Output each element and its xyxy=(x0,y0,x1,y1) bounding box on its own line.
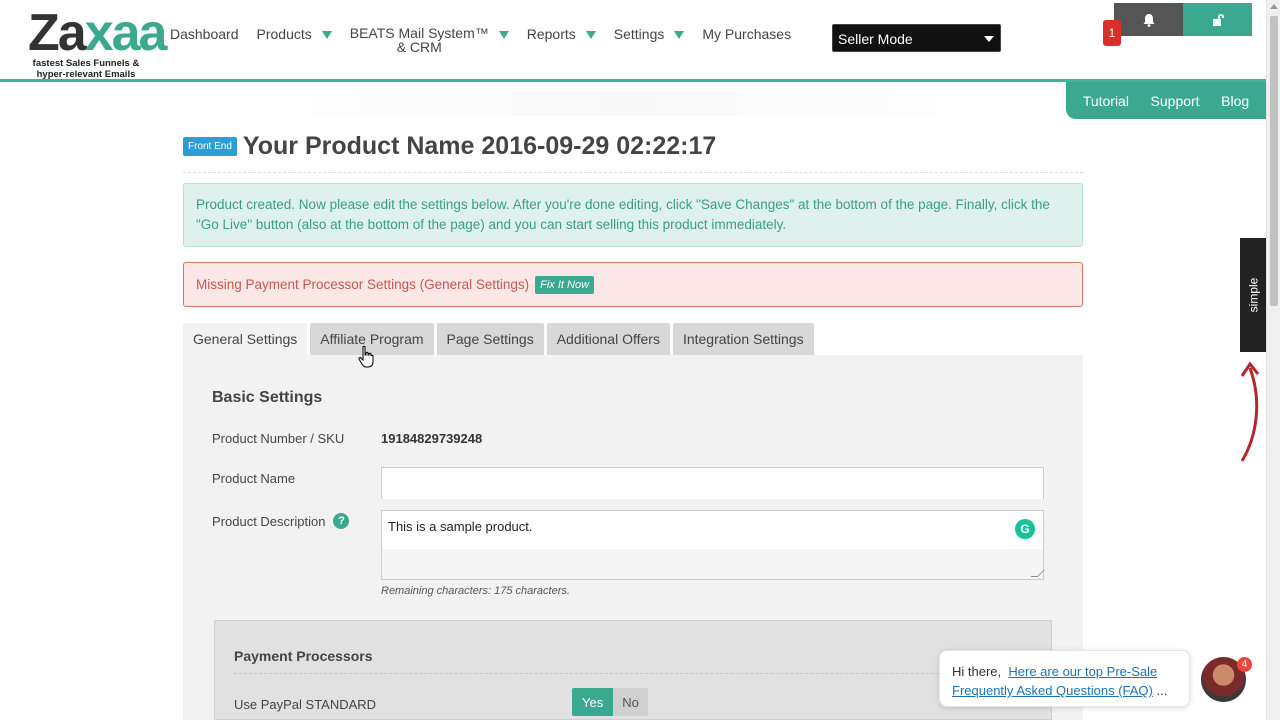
grammarly-icon[interactable]: G xyxy=(1015,519,1035,539)
caret-down-icon xyxy=(674,31,685,39)
zaxaa-logo[interactable]: Zaxaa fastest Sales Funnels & hyper-rele… xyxy=(28,7,167,80)
fix-it-now-button[interactable]: Fix It Now xyxy=(535,275,595,294)
product-description-textarea[interactable]: This is a sample product. G xyxy=(381,510,1045,580)
mode-select[interactable]: Seller Mode xyxy=(832,24,1001,52)
logo-wordmark: Zaxaa xyxy=(28,7,167,59)
payment-processors-heading: Payment Processors xyxy=(234,648,373,664)
missing-payment-text: Missing Payment Processor Settings (Gene… xyxy=(196,277,530,292)
scroll-up-icon[interactable] xyxy=(1270,4,1278,9)
chat-ellipsis: ... xyxy=(1156,683,1168,698)
paypal-no-button[interactable]: No xyxy=(613,688,648,716)
notification-count-badge: 1 xyxy=(1103,20,1121,46)
page-scrollbar[interactable] xyxy=(1266,0,1280,720)
blog-link[interactable]: Blog xyxy=(1221,93,1249,109)
caret-down-icon xyxy=(585,31,596,39)
bell-icon xyxy=(1143,13,1154,27)
unlock-icon xyxy=(1212,13,1224,26)
scroll-thumb[interactable] xyxy=(1270,16,1278,306)
tab-integration-settings[interactable]: Integration Settings xyxy=(672,323,814,355)
chat-greeting: Hi there, xyxy=(952,664,1002,679)
payment-divider xyxy=(234,673,1014,674)
tagline-line1: fastest Sales Funnels & xyxy=(32,58,140,69)
logo-part2: xaa xyxy=(84,4,168,62)
payment-processors-panel: Payment Processors Use PayPal STANDARD Y… xyxy=(214,620,1052,720)
page-title: Your Product Name 2016-09-29 02:22:17 xyxy=(242,132,717,160)
tab-additional-offers[interactable]: Additional Offers xyxy=(546,323,670,355)
product-description-label: Product Description xyxy=(212,513,326,529)
missing-payment-alert: Missing Payment Processor Settings (Gene… xyxy=(183,262,1083,307)
product-description-label-row: Product Description ? xyxy=(212,513,350,529)
chat-unread-badge: 4 xyxy=(1237,657,1252,672)
nav-my-purchases[interactable]: My Purchases xyxy=(702,26,791,42)
simple-side-tab[interactable]: simple xyxy=(1240,238,1266,352)
mode-select-value: Seller Mode xyxy=(838,31,913,47)
simple-tab-label: simple xyxy=(1246,277,1260,313)
sku-label: Product Number / SKU xyxy=(212,431,345,446)
chat-bubble[interactable]: Hi there, Here are our top Pre-Sale Freq… xyxy=(939,650,1190,707)
settings-tabs: General Settings Affiliate Program Page … xyxy=(183,323,817,355)
help-icon[interactable]: ? xyxy=(333,513,350,529)
hand-cursor-icon xyxy=(358,345,374,368)
nav-settings-label: Settings xyxy=(613,26,665,42)
nav-reports-label: Reports xyxy=(526,26,576,42)
product-description-value: This is a sample product. xyxy=(388,519,533,534)
help-subnav: Tutorial Support Blog xyxy=(1066,82,1266,119)
product-name-label: Product Name xyxy=(212,471,296,486)
nav-beats-line2: & CRM xyxy=(396,39,442,55)
logo-part1: Za xyxy=(28,4,87,62)
notifications-button[interactable] xyxy=(1114,3,1183,36)
tutorial-link[interactable]: Tutorial xyxy=(1083,93,1129,109)
nav-products[interactable]: Products xyxy=(257,26,332,42)
tab-general-settings[interactable]: General Settings xyxy=(183,323,308,355)
basic-settings-heading: Basic Settings xyxy=(212,389,323,406)
paypal-yes-button[interactable]: Yes xyxy=(572,688,614,716)
nav-dashboard[interactable]: Dashboard xyxy=(170,26,239,42)
front-end-badge: Front End xyxy=(183,137,237,156)
product-heading: Front End Your Product Name 2016-09-29 0… xyxy=(183,132,716,161)
top-navbar: Zaxaa fastest Sales Funnels & hyper-rele… xyxy=(0,0,1266,82)
nav-reports[interactable]: Reports xyxy=(527,26,596,42)
tab-page-settings[interactable]: Page Settings xyxy=(436,323,544,355)
unlock-button[interactable] xyxy=(1183,3,1252,36)
paypal-standard-label: Use PayPal STANDARD xyxy=(234,697,377,712)
logo-tagline: fastest Sales Funnels & hyper-relevant E… xyxy=(24,58,148,80)
main-nav: Dashboard Products BEATS Mail System™ & C… xyxy=(170,26,809,54)
nav-products-label: Products xyxy=(256,26,312,42)
product-created-alert: Product created. Now please edit the set… xyxy=(183,183,1083,247)
remaining-characters: Remaining characters: 175 characters. xyxy=(381,585,570,597)
caret-down-icon xyxy=(321,31,332,39)
nav-dashboard-label: Dashboard xyxy=(170,26,239,42)
support-link[interactable]: Support xyxy=(1151,93,1200,109)
nav-beats-mail[interactable]: BEATS Mail System™ & CRM xyxy=(350,26,509,54)
textarea-shade xyxy=(382,549,1043,579)
tagline-line2: hyper-relevant Emails xyxy=(36,69,136,80)
sku-value: 19184829739248 xyxy=(381,431,483,446)
caret-down-icon xyxy=(498,31,509,39)
nav-beats-label: BEATS Mail System™ & CRM xyxy=(350,26,489,54)
chevron-down-icon xyxy=(984,36,994,42)
paypal-toggle: Yes No xyxy=(572,688,648,716)
title-divider xyxy=(183,172,1083,173)
nav-settings[interactable]: Settings xyxy=(614,26,685,42)
faint-header-artifact xyxy=(190,92,1060,116)
nav-purchases-label: My Purchases xyxy=(702,26,792,42)
product-name-input[interactable] xyxy=(381,467,1044,499)
